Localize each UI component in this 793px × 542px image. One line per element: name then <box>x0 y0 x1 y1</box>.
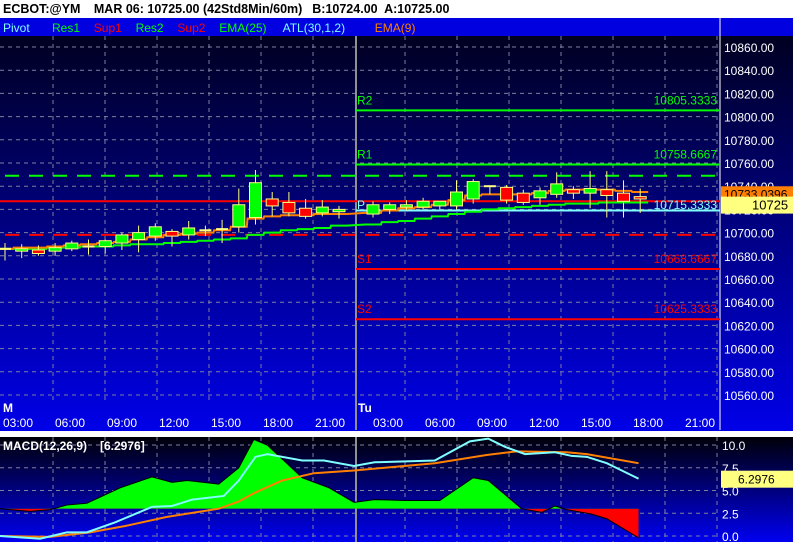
candle-up <box>98 240 112 248</box>
candle-up <box>232 204 246 228</box>
candle-up <box>132 232 146 241</box>
pivot-value-s1: 10668.6667 <box>654 252 718 266</box>
candle-up <box>399 204 413 208</box>
price-axis-label: 10860.00 <box>724 41 774 55</box>
legend-item-sup1[interactable]: Sup1 <box>94 21 122 35</box>
day-label-monday: M <box>3 401 13 415</box>
candle-up <box>115 234 129 244</box>
time-axis-label: 12:00 <box>529 416 559 430</box>
candle-up <box>433 200 447 207</box>
candle-down <box>500 186 514 201</box>
candle-down <box>299 207 313 217</box>
last-price-tag-text: 10725 <box>752 198 788 213</box>
candle-down <box>617 192 630 202</box>
legend-item-sup2[interactable]: Sup2 <box>177 21 205 35</box>
candle-up <box>366 204 380 215</box>
price-axis-label: 10840.00 <box>724 64 774 78</box>
macd-title: MACD(12,26,9) <box>3 439 87 453</box>
candle-up <box>583 188 597 194</box>
legend-item-ema-25-[interactable]: EMA(25) <box>219 21 266 35</box>
time-axis-label: 06:00 <box>425 416 455 430</box>
price-axis-label: 10560.00 <box>724 389 774 403</box>
candle-up <box>65 242 79 250</box>
price-axis-label: 10580.00 <box>724 366 774 380</box>
time-axis-label: 18:00 <box>263 416 293 430</box>
candle-down <box>516 192 530 203</box>
candle-down <box>282 201 296 214</box>
macd-axis-label: 10.0 <box>722 439 746 453</box>
candle-down <box>165 230 179 237</box>
legend-item-res1[interactable]: Res1 <box>52 21 80 35</box>
time-axis-label: 09:00 <box>107 416 137 430</box>
price-axis-label: 10780.00 <box>724 134 774 148</box>
legend-item-pivot[interactable]: Pivot <box>3 21 30 35</box>
chart-canvas[interactable]: Pivot Res1 Sup1 Res2 Sup2 EMA(25) ATL(30,1,2) E… <box>0 0 793 542</box>
candle-down <box>633 196 647 200</box>
candle-down <box>600 189 614 196</box>
price-axis-label: 10800.00 <box>724 111 774 125</box>
time-axis-label: 09:00 <box>477 416 507 430</box>
macd-current-tag-text: 6.2976 <box>738 473 775 487</box>
time-axis-label: 12:00 <box>159 416 189 430</box>
price-axis-label: 10620.00 <box>724 319 774 333</box>
pivot-name-s1: S1 <box>357 252 372 266</box>
candle-up <box>182 227 196 236</box>
time-axis-label: 21:00 <box>685 416 715 430</box>
candle-down <box>566 189 580 194</box>
time-axis-label: 06:00 <box>55 416 85 430</box>
price-axis-label: 10600.00 <box>724 343 774 357</box>
time-axis-label: 03:00 <box>373 416 403 430</box>
candle-up <box>383 204 397 210</box>
price-axis-label: 10640.00 <box>724 296 774 310</box>
price-axis-label: 10700.00 <box>724 227 774 241</box>
pivot-value-s2: 10625.3333 <box>654 302 718 316</box>
day-label-tuesday: Tu <box>358 401 372 415</box>
candle-up <box>315 206 329 214</box>
time-axis-label: 03:00 <box>3 416 33 430</box>
candle-up <box>533 190 547 199</box>
candle-up <box>249 182 262 219</box>
pivot-value-r1: 10758.6667 <box>654 148 718 162</box>
macd-axis-label: 2.5 <box>722 507 739 521</box>
pivot-value-r2: 10805.3333 <box>654 93 718 107</box>
candle-up <box>48 247 62 252</box>
candle-down <box>31 249 45 254</box>
price-axis-label: 10680.00 <box>724 250 774 264</box>
pivot-value-p: 10715.3333 <box>654 198 718 212</box>
price-axis-label: 10660.00 <box>724 273 774 287</box>
candle-up <box>450 191 463 207</box>
candle-up <box>466 181 480 200</box>
pane-separator[interactable] <box>0 431 793 437</box>
time-axis-label: 18:00 <box>633 416 663 430</box>
price-pane <box>0 18 793 431</box>
candle-up <box>15 248 29 252</box>
time-axis-label: 21:00 <box>315 416 345 430</box>
candle-up <box>148 226 162 237</box>
macd-value: [6.2976] <box>100 439 145 453</box>
candle-up <box>550 183 564 195</box>
pivot-name-s2: S2 <box>357 302 372 316</box>
price-axis-label: 10820.00 <box>724 87 774 101</box>
pivot-name-p: P <box>357 198 365 212</box>
pivot-name-r1: R1 <box>357 148 373 162</box>
time-axis-label: 15:00 <box>211 416 241 430</box>
candle-up <box>416 200 430 208</box>
legend-item-atl-30-1-2-[interactable]: ATL(30,1,2) <box>283 21 345 35</box>
price-axis-label: 10760.00 <box>724 157 774 171</box>
chart-window: ECBOT:@YM MAR 06: 10725.00 (42Std8Min/60… <box>0 0 793 542</box>
time-axis-label: 15:00 <box>581 416 611 430</box>
macd-axis-label: 0.0 <box>722 530 739 542</box>
legend-item-res2[interactable]: Res2 <box>136 21 164 35</box>
pivot-name-r2: R2 <box>357 93 373 107</box>
candle-down <box>265 198 279 207</box>
legend-item-ema-9-[interactable]: EMA(9) <box>375 21 416 35</box>
candle-up <box>332 208 346 213</box>
